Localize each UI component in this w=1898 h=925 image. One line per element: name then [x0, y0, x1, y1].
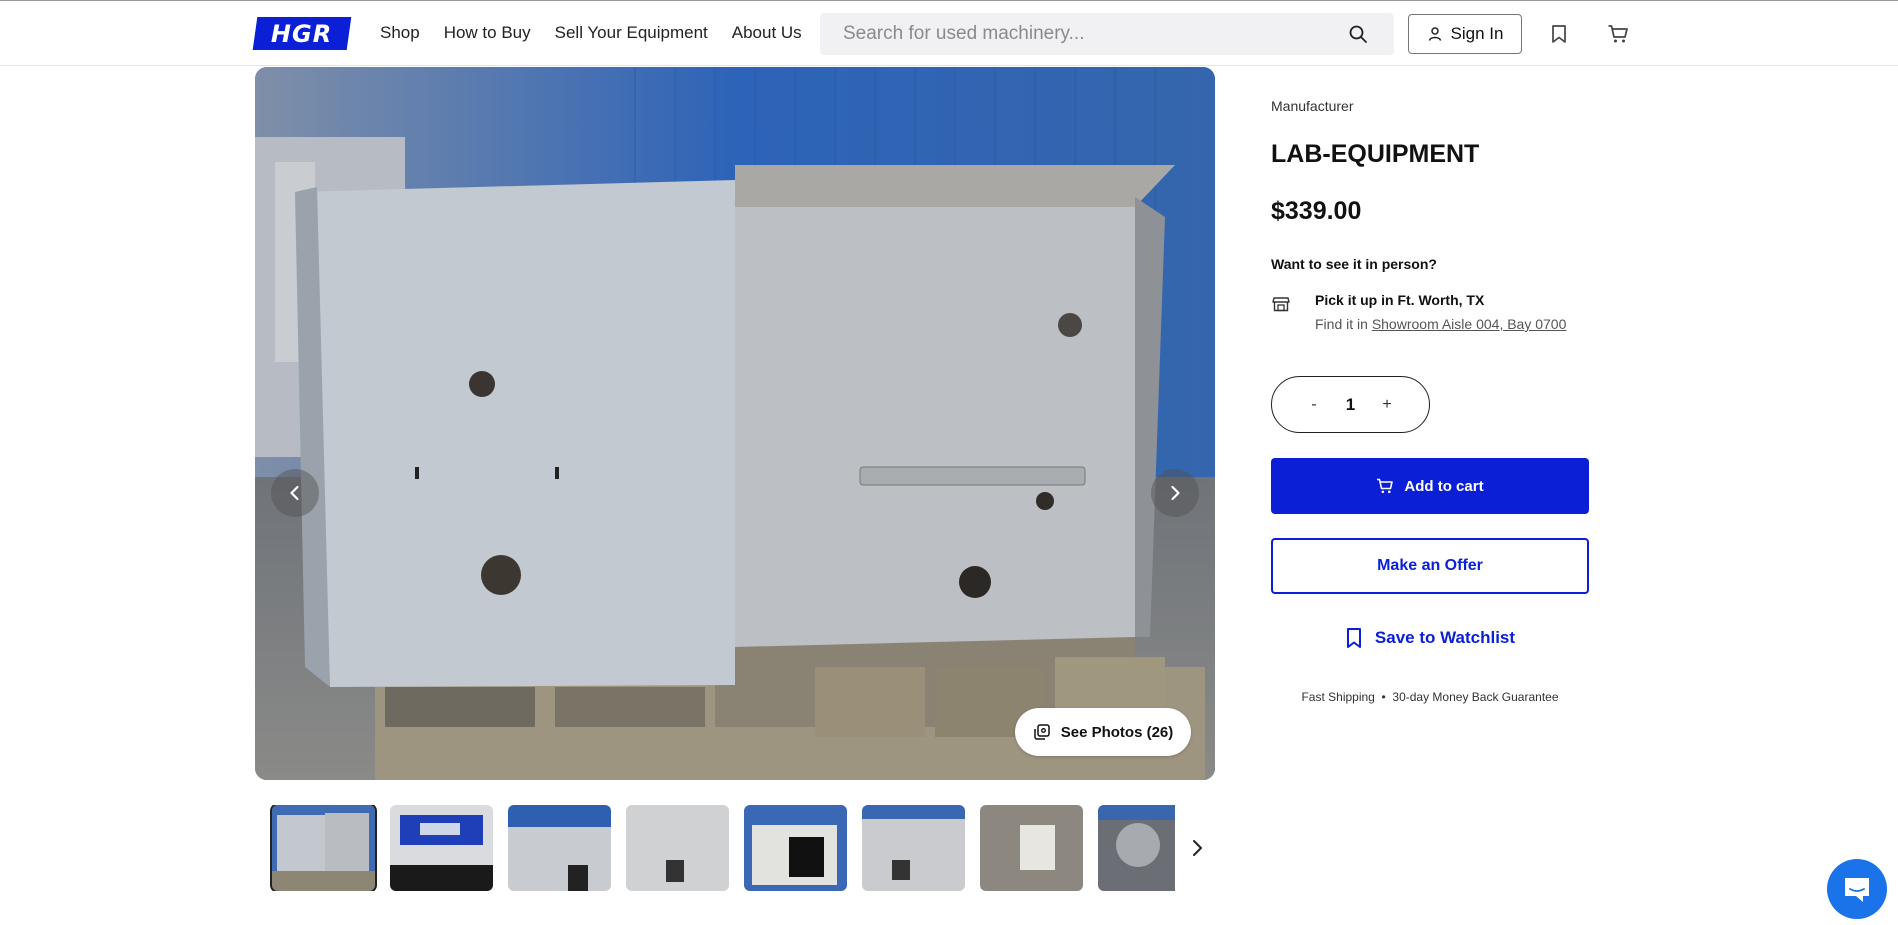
thumbnail-1[interactable]	[270, 805, 377, 891]
product-photo	[255, 67, 1215, 780]
thumbnail-2[interactable]	[390, 805, 493, 891]
thumbnail-6[interactable]	[862, 805, 965, 891]
search-input[interactable]	[820, 13, 1340, 55]
search-bar	[820, 13, 1394, 55]
see-in-person-heading: Want to see it in person?	[1271, 256, 1437, 272]
save-to-watchlist-button[interactable]: Save to Watchlist	[1271, 622, 1589, 654]
chevron-left-icon	[290, 485, 299, 501]
chevron-right-icon	[1171, 485, 1180, 501]
search-icon[interactable]	[1348, 24, 1368, 44]
thumbnail-strip	[270, 805, 1175, 891]
quantity-decrease-button[interactable]: -	[1302, 396, 1326, 414]
site-header: HGR Shop How to Buy Sell Your Equipment …	[0, 0, 1898, 66]
thumbnail-image	[390, 805, 493, 891]
money-back-text: 30-day Money Back Guarantee	[1392, 690, 1559, 704]
pickup-location: Pick it up in Ft. Worth, TX	[1315, 292, 1485, 308]
next-image-button[interactable]	[1151, 469, 1199, 517]
thumbnail-image	[1098, 805, 1175, 891]
bookmark-icon	[1346, 628, 1361, 648]
thumbnail-3[interactable]	[508, 805, 611, 891]
store-icon	[1272, 297, 1290, 312]
product-main-image[interactable]: See Photos (26)	[255, 67, 1215, 780]
quantity-increase-button[interactable]: +	[1375, 396, 1399, 414]
chevron-right-icon[interactable]	[1185, 836, 1209, 860]
find-it-text: Find it in Showroom Aisle 004, Bay 0700	[1315, 316, 1566, 332]
fast-shipping-text: Fast Shipping	[1301, 690, 1375, 704]
chat-icon	[1845, 878, 1869, 902]
user-icon	[1428, 27, 1441, 41]
make-offer-button[interactable]: Make an Offer	[1271, 538, 1589, 594]
add-to-cart-button[interactable]: Add to cart	[1271, 458, 1589, 514]
prev-image-button[interactable]	[271, 469, 319, 517]
hgr-logo[interactable]: HGR	[252, 17, 352, 50]
thumbnail-image	[508, 805, 611, 891]
photos-icon	[1033, 724, 1050, 740]
thumbnail-image	[744, 805, 847, 891]
thumbnail-image	[626, 805, 729, 891]
logo-text: HGR	[271, 19, 333, 48]
thumbnail-5[interactable]	[744, 805, 847, 891]
bookmark-icon[interactable]	[1548, 23, 1570, 45]
quantity-stepper: - 1 +	[1271, 376, 1430, 433]
make-offer-label: Make an Offer	[1377, 557, 1483, 574]
watchlist-label: Save to Watchlist	[1374, 628, 1516, 647]
thumbnail-image	[862, 805, 965, 891]
thumbnail-7[interactable]	[980, 805, 1083, 891]
nav-about-us[interactable]: About Us	[732, 23, 802, 43]
see-photos-button[interactable]: See Photos (26)	[1015, 708, 1191, 756]
thumbnail-8[interactable]	[1098, 805, 1175, 891]
cart-icon[interactable]	[1607, 23, 1629, 45]
quantity-value[interactable]: 1	[1346, 395, 1355, 415]
see-photos-label: See Photos (26)	[1060, 723, 1174, 741]
cart-icon	[1377, 478, 1394, 494]
nav-how-to-buy[interactable]: How to Buy	[444, 23, 531, 43]
sign-in-label: Sign In	[1450, 24, 1504, 43]
manufacturer-label: Manufacturer	[1271, 98, 1354, 114]
main-nav: Shop How to Buy Sell Your Equipment Abou…	[380, 23, 826, 43]
add-to-cart-label: Add to cart	[1404, 477, 1484, 495]
nav-shop[interactable]: Shop	[380, 23, 420, 43]
thumbnail-image	[272, 805, 375, 891]
product-price: $339.00	[1271, 197, 1362, 225]
find-it-prefix: Find it in	[1315, 316, 1368, 332]
thumbnail-image	[980, 805, 1083, 891]
product-title: LAB-EQUIPMENT	[1271, 140, 1480, 168]
thumbnail-4[interactable]	[626, 805, 729, 891]
nav-sell-equipment[interactable]: Sell Your Equipment	[555, 23, 708, 43]
location-link[interactable]: Showroom Aisle 004, Bay 0700	[1372, 316, 1567, 332]
separator-dot: •	[1381, 690, 1386, 704]
sign-in-button[interactable]: Sign In	[1408, 14, 1522, 54]
chat-button[interactable]	[1827, 859, 1887, 919]
shipping-guarantee: Fast Shipping • 30-day Money Back Guaran…	[1271, 690, 1589, 704]
